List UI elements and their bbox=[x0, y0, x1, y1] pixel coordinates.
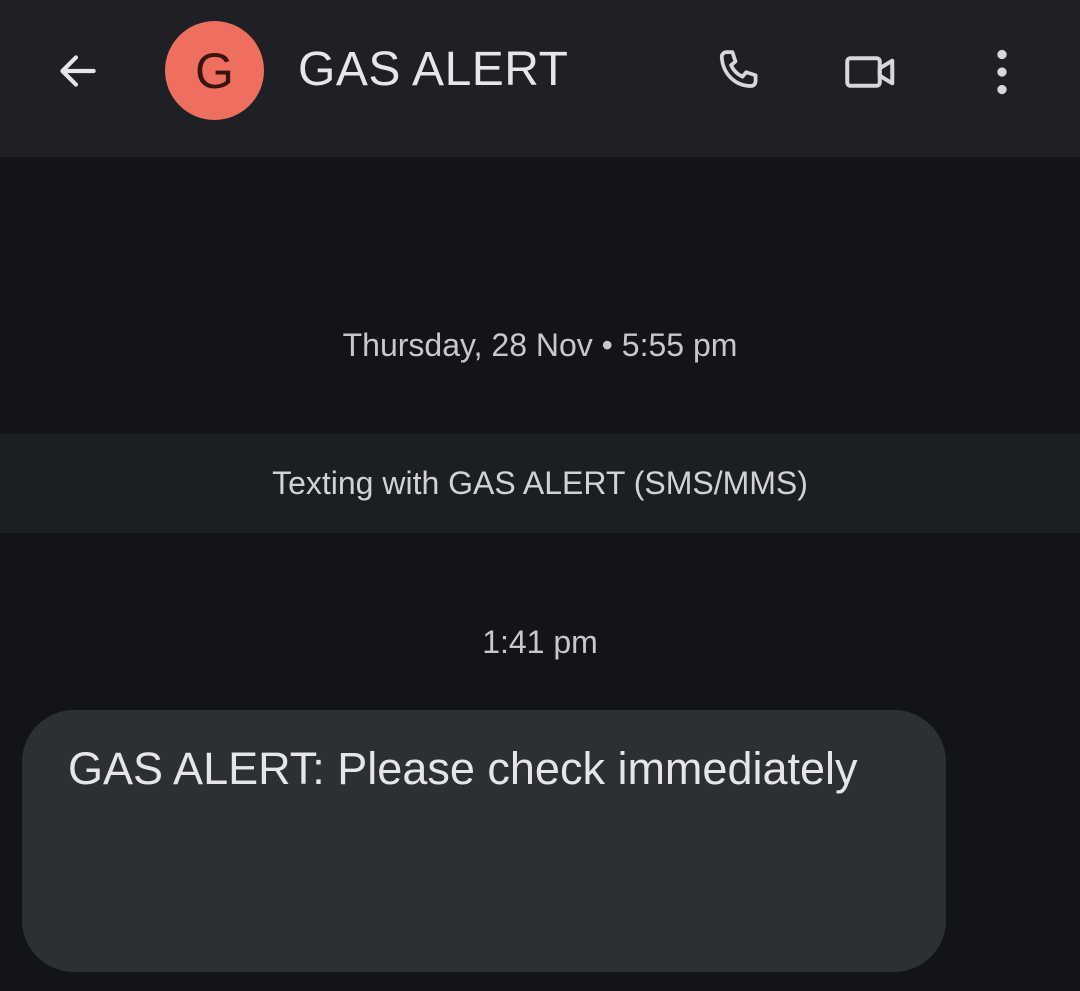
incoming-message-bubble[interactable]: GAS ALERT: Please check immediately bbox=[22, 710, 946, 972]
contact-name[interactable]: GAS ALERT bbox=[298, 40, 568, 100]
back-button[interactable] bbox=[46, 40, 108, 102]
conversation-date-stamp: Thursday, 28 Nov • 5:55 pm bbox=[342, 327, 738, 363]
message-time-stamp: 1:41 pm bbox=[482, 624, 598, 660]
more-vertical-icon bbox=[997, 49, 1007, 95]
sms-info-text: Texting with GAS ALERT (SMS/MMS) bbox=[272, 465, 808, 501]
arrow-left-icon bbox=[60, 55, 96, 87]
more-options-button[interactable] bbox=[970, 40, 1034, 104]
sms-info-banner: Texting with GAS ALERT (SMS/MMS) bbox=[0, 434, 1080, 533]
contact-avatar[interactable]: G bbox=[165, 21, 264, 120]
top-app-bar: G GAS ALERT bbox=[0, 0, 1080, 157]
message-text: GAS ALERT: Please check immediately bbox=[68, 743, 858, 794]
call-button[interactable] bbox=[707, 40, 771, 104]
video-call-button[interactable] bbox=[839, 40, 903, 104]
avatar-letter: G bbox=[195, 42, 234, 99]
phone-icon bbox=[719, 50, 758, 88]
video-camera-icon bbox=[845, 56, 895, 88]
messaging-app: G GAS ALERT Thursday, 28 Nov • 5:55 pm T… bbox=[0, 0, 1080, 991]
